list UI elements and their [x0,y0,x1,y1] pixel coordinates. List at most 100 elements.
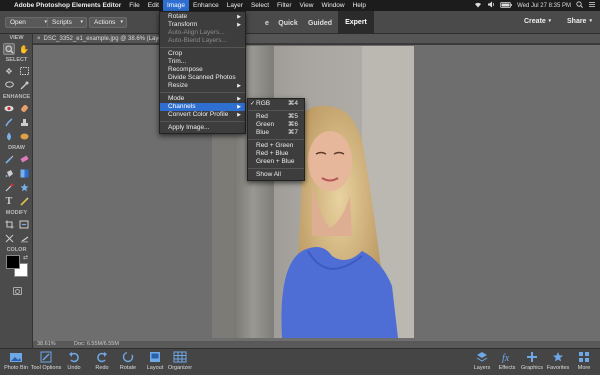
zoom-tool-icon[interactable] [3,43,15,55]
quick-selection-tool-icon[interactable] [18,79,30,91]
pencil-tool-icon[interactable] [18,195,30,207]
crop-tool-icon[interactable] [3,218,15,230]
bottom-button-label: Undo [67,365,81,371]
brush-tool-icon[interactable] [3,153,15,165]
tool-options-button[interactable]: Tool Options [30,351,62,371]
channel-item-red[interactable]: Red ⌘5 [248,113,304,121]
lasso-tool-icon[interactable] [3,79,15,91]
smart-brush-tool-icon[interactable] [3,116,15,128]
organizer-button[interactable]: Organizer [165,351,195,371]
menu-filter[interactable]: Filter [273,0,295,11]
scripts-dropdown[interactable]: Scripts ▾ [47,17,87,28]
quick-mask-icon[interactable] [13,287,22,295]
menu-item-divide-scanned-photos[interactable]: Divide Scanned Photos [160,74,245,82]
share-button[interactable]: Share ▾ [563,17,595,28]
menu-item-auto-align-layers: Auto-Align Layers... [160,29,245,37]
content-aware-move-icon[interactable] [3,232,15,244]
zoom-percentage[interactable]: 38.61% [37,341,56,348]
volume-icon[interactable] [487,1,495,10]
type-tool-icon[interactable]: T [3,195,15,207]
recompose-tool-icon[interactable] [18,218,30,230]
shape-tool-icon[interactable] [18,181,30,193]
spot-healing-tool-icon[interactable] [18,102,30,114]
document-tab[interactable]: × DSC_3352_e1_example.jpg @ 38.6% (Layer … [33,34,600,44]
close-icon[interactable]: × [37,36,41,42]
submenu-arrow-icon: ▶ [237,104,241,110]
menu-item-auto-blend-layers: Auto-Blend Layers... [160,37,245,45]
notification-center-icon[interactable] [588,1,596,10]
menu-item-apply-image[interactable]: Apply Image... [160,124,245,132]
menu-file[interactable]: File [125,0,143,11]
photo-bin-button[interactable]: Photo Bin [2,351,30,371]
sponge-tool-icon[interactable] [18,130,30,142]
menu-help[interactable]: Help [349,0,370,11]
mode-expert-button[interactable]: Expert [338,11,374,34]
foreground-color-swatch[interactable] [6,255,20,269]
graphics-panel-button[interactable]: Graphics [519,351,545,371]
app-name-menu[interactable]: Adobe Photoshop Elements Editor [10,0,125,11]
battery-icon[interactable] [500,1,512,10]
menu-item-channels[interactable]: Channels ▶ [160,103,245,111]
more-panel-button[interactable]: More [573,351,595,371]
mode-guided-button[interactable]: Guided [302,17,338,30]
redo-button[interactable]: Redo [90,351,114,371]
chevron-down-icon: ▾ [589,18,592,24]
submenu-arrow-icon: ▶ [237,112,241,118]
menu-item-label: Auto-Align Layers... [168,29,225,36]
menu-item-trim[interactable]: Trim... [160,58,245,66]
move-tool-icon[interactable]: ✥ [3,65,15,77]
share-label: Share [567,18,587,25]
menu-window[interactable]: Window [317,0,348,11]
menu-item-mode[interactable]: Mode ▶ [160,95,245,103]
bottom-button-label: Layout [146,365,164,371]
redo-icon [90,351,114,364]
menu-item-transform[interactable]: Transform ▶ [160,21,245,29]
apple-menu-icon[interactable] [0,0,10,11]
menu-item-convert-color-profile[interactable]: Convert Color Profile ▶ [160,111,245,119]
menu-layer[interactable]: Layer [223,0,247,11]
paint-bucket-tool-icon[interactable] [3,167,15,179]
menu-item-resize[interactable]: Resize ▶ [160,82,245,90]
menu-edit[interactable]: Edit [144,0,163,11]
straighten-tool-icon[interactable] [18,232,30,244]
hand-tool-icon[interactable]: ✋ [18,43,30,55]
spotlight-icon[interactable] [576,1,583,10]
channel-item-rgb[interactable]: ✓ RGB ⌘4 [248,100,304,108]
menu-select[interactable]: Select [247,0,273,11]
channel-item-green[interactable]: Green ⌘6 [248,121,304,129]
channel-item-red-blue[interactable]: Red + Blue [248,150,304,158]
wifi-icon[interactable] [474,1,482,10]
undo-button[interactable]: Undo [61,351,87,371]
menu-item-label: RGB [256,100,271,107]
actions-dropdown[interactable]: Actions ▾ [89,17,127,28]
layers-panel-button[interactable]: Layers [470,351,494,371]
effects-panel-button[interactable]: fx Effects [496,351,518,371]
clone-stamp-tool-icon[interactable] [18,116,30,128]
gradient-tool-icon[interactable] [18,167,30,179]
rotate-button[interactable]: Rotate [115,351,141,371]
eyedropper-tool-icon[interactable] [3,181,15,193]
menu-item-recompose[interactable]: Recompose [160,66,245,74]
undo-icon [61,351,87,364]
channel-item-green-blue[interactable]: Green + Blue [248,158,304,166]
blur-tool-icon[interactable] [3,130,15,142]
actions-label: Actions [94,19,116,26]
menu-view[interactable]: View [296,0,318,11]
menu-enhance[interactable]: Enhance [189,0,223,11]
favorites-panel-button[interactable]: Favorites [545,351,571,371]
channel-item-red-green[interactable]: Red + Green [248,142,304,150]
eraser-tool-icon[interactable] [18,153,30,165]
menu-item-rotate[interactable]: Rotate ▶ [160,13,245,21]
layout-button[interactable]: Layout [143,351,167,371]
swap-colors-icon[interactable]: ⇄ [23,254,28,261]
channel-item-blue[interactable]: Blue ⌘7 [248,129,304,137]
menu-item-label: Red + Blue [256,150,289,157]
red-eye-tool-icon[interactable] [3,102,15,114]
channel-item-show-all[interactable]: Show All [248,171,304,179]
clock-text[interactable]: Wed Jul 27 8:35 PM [517,3,571,9]
menu-image[interactable]: Image [162,0,190,11]
open-button[interactable]: Open ▾ [5,17,51,28]
menu-item-crop[interactable]: Crop [160,50,245,58]
marquee-tool-icon[interactable] [18,65,30,77]
create-button[interactable]: Create ▾ [520,17,554,28]
